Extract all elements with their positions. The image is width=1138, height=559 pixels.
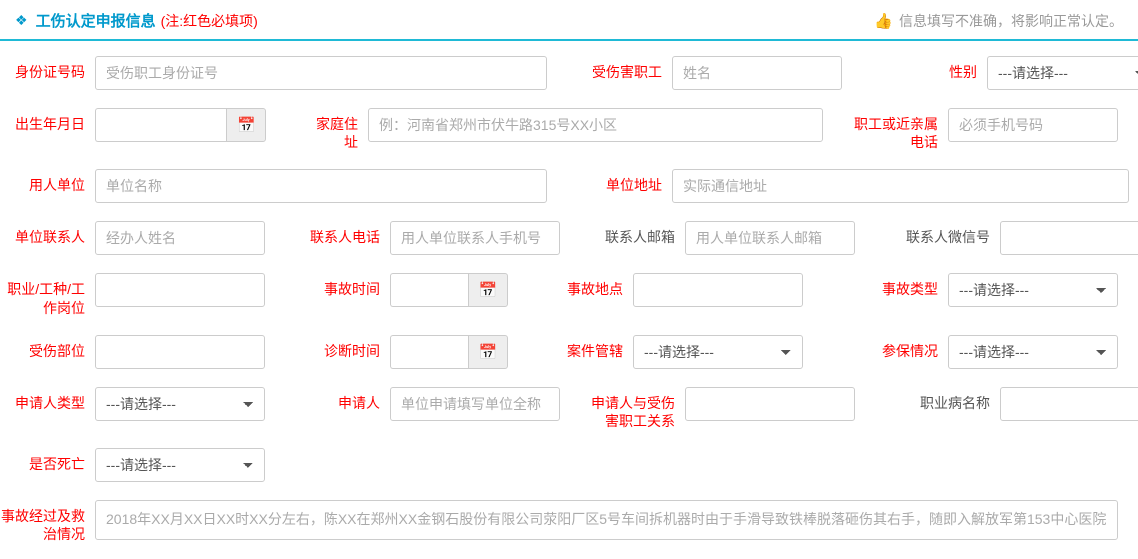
input-diagnosistime[interactable]	[390, 335, 468, 369]
label-accidenttime: 事故时间	[295, 273, 390, 298]
header-title: 工伤认定申报信息	[36, 10, 156, 31]
label-accidentplace: 事故地点	[538, 273, 633, 298]
select-casejurisdiction[interactable]: ---请选择---	[633, 335, 803, 369]
input-name[interactable]	[672, 56, 842, 90]
label-gender: 性别	[892, 56, 987, 81]
input-injurypart[interactable]	[95, 335, 265, 369]
label-unitaddr: 单位地址	[577, 169, 672, 194]
header-warning: 👍 信息填写不准确，将影响正常认定。	[874, 11, 1123, 31]
input-accidentplace[interactable]	[633, 273, 803, 307]
input-accidenttime[interactable]	[390, 273, 468, 307]
label-applicant: 申请人	[295, 387, 390, 412]
input-contactwechat[interactable]	[1000, 221, 1138, 255]
label-occupation: 职业/工种/工作岗位	[0, 273, 95, 316]
label-name: 受伤害职工	[577, 56, 672, 81]
warning-text: 信息填写不准确，将影响正常认定。	[899, 11, 1123, 31]
label-applicanttype: 申请人类型	[0, 387, 95, 412]
form-header: ❖ 工伤认定申报信息 (注:红色必填项) 👍 信息填写不准确，将影响正常认定。	[0, 0, 1138, 41]
thumbs-up-icon: 👍	[874, 12, 893, 30]
input-unitaddr[interactable]	[672, 169, 1129, 203]
select-insurance[interactable]: ---请选择---	[948, 335, 1118, 369]
select-isdead[interactable]: ---请选择---	[95, 448, 265, 482]
label-contactphone: 联系人电话	[295, 221, 390, 246]
input-employer[interactable]	[95, 169, 547, 203]
label-process: 事故经过及救治情况	[0, 500, 95, 543]
textarea-process[interactable]	[95, 500, 1118, 540]
input-occupation[interactable]	[95, 273, 265, 307]
input-unitcontact[interactable]	[95, 221, 265, 255]
label-homeaddr: 家庭住址	[306, 108, 368, 151]
input-idcard[interactable]	[95, 56, 547, 90]
calendar-icon[interactable]: 📅	[468, 335, 508, 369]
form-body: 身份证号码 受伤害职工 性别 ---请选择--- 出生年月日 📅 家庭住址	[0, 41, 1138, 544]
input-relphone[interactable]	[948, 108, 1118, 142]
input-homeaddr[interactable]	[368, 108, 823, 142]
label-accidenttype: 事故类型	[853, 273, 948, 298]
label-injurypart: 受伤部位	[0, 335, 95, 360]
label-employer: 用人单位	[0, 169, 95, 194]
input-birth[interactable]	[95, 108, 226, 142]
label-insurance: 参保情况	[853, 335, 948, 360]
input-diseasename[interactable]	[1000, 387, 1138, 421]
label-idcard: 身份证号码	[0, 56, 95, 81]
label-isdead: 是否死亡	[0, 448, 95, 473]
select-applicanttype[interactable]: ---请选择---	[95, 387, 265, 421]
label-unitcontact: 单位联系人	[0, 221, 95, 246]
input-contactphone[interactable]	[390, 221, 560, 255]
label-diagnosistime: 诊断时间	[295, 335, 390, 360]
label-casejurisdiction: 案件管辖	[538, 335, 633, 360]
input-contactemail[interactable]	[685, 221, 855, 255]
select-gender[interactable]: ---请选择---	[987, 56, 1138, 90]
input-applicant[interactable]	[390, 387, 560, 421]
calendar-icon[interactable]: 📅	[226, 108, 266, 142]
calendar-icon[interactable]: 📅	[468, 273, 508, 307]
label-contactwechat: 联系人微信号	[905, 221, 1000, 246]
label-applicantrelation: 申请人与受伤害职工关系	[590, 387, 685, 430]
label-birth: 出生年月日	[0, 108, 95, 133]
label-relphone: 职工或近亲属电话	[853, 108, 948, 151]
input-applicantrelation[interactable]	[685, 387, 855, 421]
label-diseasename: 职业病名称	[905, 387, 1000, 412]
select-accidenttype[interactable]: ---请选择---	[948, 273, 1118, 307]
gear-icon: ❖	[15, 12, 28, 29]
header-required-note: (注:红色必填项)	[161, 11, 258, 31]
label-contactemail: 联系人邮箱	[590, 221, 685, 246]
